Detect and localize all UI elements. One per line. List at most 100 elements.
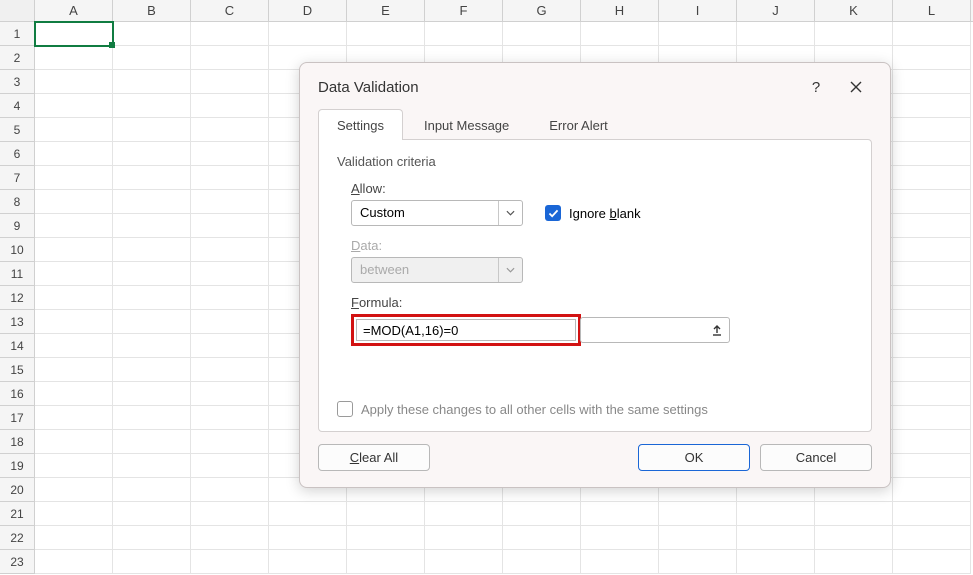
cell[interactable] (425, 502, 503, 526)
cell[interactable] (893, 358, 971, 382)
row-header[interactable]: 2 (0, 46, 35, 70)
cell[interactable] (113, 406, 191, 430)
cell[interactable] (113, 46, 191, 70)
cancel-button[interactable]: Cancel (760, 444, 872, 471)
cell[interactable] (659, 550, 737, 574)
cell[interactable] (893, 334, 971, 358)
cell[interactable] (113, 502, 191, 526)
row-header[interactable]: 13 (0, 310, 35, 334)
cell[interactable] (737, 550, 815, 574)
cell[interactable] (113, 118, 191, 142)
cell[interactable] (191, 334, 269, 358)
cell[interactable] (191, 238, 269, 262)
cell[interactable] (191, 262, 269, 286)
row-header[interactable]: 12 (0, 286, 35, 310)
cell[interactable] (35, 406, 113, 430)
col-header[interactable]: D (269, 0, 347, 21)
cell[interactable] (35, 382, 113, 406)
cell[interactable] (35, 46, 113, 70)
row-header[interactable]: 6 (0, 142, 35, 166)
cell[interactable] (113, 358, 191, 382)
cell[interactable] (191, 406, 269, 430)
row-header[interactable]: 19 (0, 454, 35, 478)
row-header[interactable]: 4 (0, 94, 35, 118)
cell[interactable] (191, 526, 269, 550)
cell[interactable] (737, 502, 815, 526)
cell[interactable] (113, 142, 191, 166)
cell[interactable] (893, 238, 971, 262)
help-button[interactable]: ? (796, 73, 836, 101)
cell[interactable] (581, 550, 659, 574)
cell[interactable] (113, 94, 191, 118)
cell[interactable] (191, 214, 269, 238)
cell[interactable] (113, 214, 191, 238)
col-header[interactable]: F (425, 0, 503, 21)
row-header[interactable]: 8 (0, 190, 35, 214)
cell[interactable] (35, 286, 113, 310)
ignore-blank-checkbox[interactable]: Ignore blank (545, 200, 641, 226)
cell[interactable] (425, 550, 503, 574)
cell[interactable] (893, 94, 971, 118)
cell[interactable] (581, 526, 659, 550)
cell[interactable] (269, 550, 347, 574)
cell[interactable] (35, 142, 113, 166)
col-header[interactable]: K (815, 0, 893, 21)
row-header[interactable]: 22 (0, 526, 35, 550)
ok-button[interactable]: OK (638, 444, 750, 471)
row-header[interactable]: 1 (0, 22, 35, 46)
col-header[interactable]: A (35, 0, 113, 21)
row-header[interactable]: 16 (0, 382, 35, 406)
col-header[interactable]: H (581, 0, 659, 21)
cell[interactable] (893, 430, 971, 454)
cell[interactable] (35, 22, 113, 46)
cell[interactable] (425, 22, 503, 46)
clear-all-button[interactable]: Clear All (318, 444, 430, 471)
col-header[interactable]: C (191, 0, 269, 21)
cell[interactable] (347, 526, 425, 550)
row-header[interactable]: 7 (0, 166, 35, 190)
cell[interactable] (659, 526, 737, 550)
row-header[interactable]: 5 (0, 118, 35, 142)
row-header[interactable]: 10 (0, 238, 35, 262)
cell[interactable] (893, 166, 971, 190)
col-header[interactable]: J (737, 0, 815, 21)
cell[interactable] (425, 526, 503, 550)
cell[interactable] (191, 118, 269, 142)
col-header[interactable]: I (659, 0, 737, 21)
row-header[interactable]: 18 (0, 430, 35, 454)
cell[interactable] (893, 142, 971, 166)
cell[interactable] (893, 46, 971, 70)
cell[interactable] (347, 550, 425, 574)
cell[interactable] (893, 214, 971, 238)
cell[interactable] (35, 166, 113, 190)
cell[interactable] (269, 22, 347, 46)
cell[interactable] (893, 70, 971, 94)
cell[interactable] (35, 526, 113, 550)
row-header[interactable]: 21 (0, 502, 35, 526)
formula-input[interactable] (356, 319, 576, 341)
cell[interactable] (893, 526, 971, 550)
cell[interactable] (191, 142, 269, 166)
cell[interactable] (113, 190, 191, 214)
cell[interactable] (35, 118, 113, 142)
cell[interactable] (893, 382, 971, 406)
cell[interactable] (113, 286, 191, 310)
cell[interactable] (35, 502, 113, 526)
row-header[interactable]: 20 (0, 478, 35, 502)
cell[interactable] (35, 262, 113, 286)
cell[interactable] (113, 454, 191, 478)
cell[interactable] (347, 22, 425, 46)
cell[interactable] (893, 406, 971, 430)
row-header[interactable]: 15 (0, 358, 35, 382)
cell[interactable] (659, 502, 737, 526)
cell[interactable] (581, 22, 659, 46)
row-header[interactable]: 9 (0, 214, 35, 238)
cell[interactable] (191, 430, 269, 454)
cell[interactable] (113, 334, 191, 358)
close-button[interactable] (836, 73, 876, 101)
row-header[interactable]: 11 (0, 262, 35, 286)
cell[interactable] (191, 46, 269, 70)
cell[interactable] (191, 502, 269, 526)
cell[interactable] (893, 190, 971, 214)
cell[interactable] (113, 262, 191, 286)
